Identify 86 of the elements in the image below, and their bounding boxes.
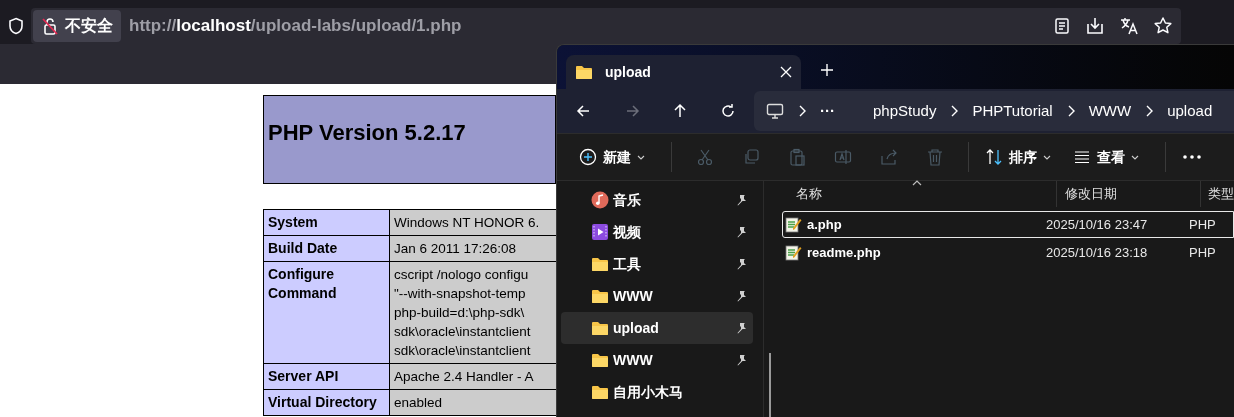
sort-caret-icon <box>912 180 922 186</box>
breadcrumb-item[interactable]: PHPTutorial <box>972 99 1053 123</box>
breadcrumb-item[interactable]: WWW <box>1088 99 1132 123</box>
chevron-icon <box>1145 105 1154 117</box>
breadcrumb-item[interactable]: upload <box>1167 99 1213 123</box>
explorer-tab[interactable]: upload <box>566 55 801 89</box>
breadcrumb-item[interactable]: phpStudy <box>873 99 937 123</box>
sort-arrows-icon <box>985 148 1003 166</box>
translate-icon[interactable] <box>1119 16 1139 36</box>
refresh-icon[interactable] <box>719 102 737 120</box>
sidebar-item[interactable]: 工具 <box>561 248 754 280</box>
php-file-icon <box>785 244 802 261</box>
star-icon[interactable] <box>1153 16 1173 36</box>
chevron-icon <box>950 105 959 117</box>
file-type: PHP <box>1188 215 1216 234</box>
new-tab-icon[interactable] <box>820 63 834 77</box>
download-icon[interactable] <box>1085 16 1105 36</box>
path-overflow[interactable]: ··· <box>820 99 835 123</box>
row-label: Virtual Directory <box>263 389 390 416</box>
pin-icon[interactable] <box>735 290 748 302</box>
file-name: readme.php <box>807 243 881 262</box>
clipboard-icon <box>788 148 806 166</box>
music-note-icon <box>591 191 609 209</box>
folder-icon <box>591 320 609 336</box>
row-label: Build Date <box>263 235 390 262</box>
column-header[interactable]: 修改日期 <box>1065 184 1117 204</box>
lines-icon <box>1073 148 1091 166</box>
pin-icon[interactable] <box>735 194 748 206</box>
reader-view-icon[interactable] <box>1053 17 1071 35</box>
close-icon[interactable] <box>780 66 792 78</box>
chevron-icon <box>798 105 806 117</box>
sidebar-item[interactable]: WWW <box>561 280 754 312</box>
file-type: PHP <box>1188 243 1216 262</box>
pin-icon[interactable] <box>735 226 748 238</box>
php-file-icon <box>785 216 802 233</box>
column-header[interactable]: 名称 <box>796 184 822 204</box>
sidebar-item[interactable]: upload <box>561 312 754 344</box>
row-value: cscript /nologo configu "--with-snapshot-temp php-build=d:\php-sdk\ sdk\oracle\instantclient sdk\oracle\instantclient <box>389 261 557 364</box>
pin-icon[interactable] <box>735 258 748 270</box>
row-value: enabled <box>389 389 557 416</box>
sidebar-item[interactable]: 音乐 <box>561 184 754 216</box>
lock-crossed-icon <box>41 17 59 35</box>
sidebar-item[interactable]: 自用小木马 <box>561 376 754 408</box>
folder-icon <box>591 352 609 368</box>
row-value: Apache 2.4 Handler - A <box>389 363 557 390</box>
address-bar[interactable]: ··· phpStudy PHPTutorial WWW upload <box>754 91 1234 131</box>
column-header[interactable]: 类型 <box>1208 184 1234 204</box>
new-button[interactable]: 新建 <box>573 141 651 173</box>
video-icon <box>591 223 609 241</box>
view-button[interactable]: 查看 <box>1067 141 1145 173</box>
folder-icon <box>575 64 593 80</box>
pin-icon[interactable] <box>735 322 748 334</box>
chevron-icon <box>1066 105 1075 117</box>
file-row[interactable]: a.php 2025/10/16 23:47 PHP <box>782 211 1234 238</box>
url-text[interactable]: http://localhost/upload-labs/upload/1.php <box>129 13 462 39</box>
copy-icon <box>742 148 760 166</box>
computer-icon <box>766 102 784 120</box>
row-label: Server API <box>263 363 390 390</box>
pin-icon[interactable] <box>735 354 748 366</box>
row-value: Windows NT HONOR 6. <box>389 209 557 236</box>
php-version-title: PHP Version 5.2.17 <box>268 119 467 147</box>
modified-date: 2025/10/16 23:18 <box>1045 243 1149 262</box>
caret-icon <box>1131 154 1139 160</box>
sort-button[interactable]: 排序 <box>979 141 1057 173</box>
row-label: Configure Command <box>263 261 390 364</box>
shield-icon[interactable] <box>7 17 25 35</box>
scissors-icon <box>696 148 714 166</box>
folder-icon <box>591 256 609 272</box>
sidebar-item[interactable]: WWW <box>561 344 754 376</box>
file-name: a.php <box>807 215 842 234</box>
modified-date: 2025/10/16 23:47 <box>1045 215 1149 234</box>
row-value: Jan 6 2011 17:26:08 <box>389 235 557 262</box>
folder-icon <box>591 288 609 304</box>
row-label: System <box>263 209 390 236</box>
rename-icon <box>834 148 852 166</box>
more-icon[interactable] <box>1182 154 1202 160</box>
file-row[interactable]: readme.php 2025/10/16 23:18 PHP <box>782 239 1234 266</box>
scrollbar[interactable] <box>769 353 771 417</box>
folder-icon <box>591 384 609 400</box>
sidebar-item[interactable]: 视频 <box>561 216 754 248</box>
add-circle-icon <box>579 148 597 166</box>
caret-icon <box>637 154 645 160</box>
caret-icon <box>1043 154 1051 160</box>
share-icon <box>880 148 898 166</box>
trash-icon <box>926 148 944 166</box>
security-indicator[interactable]: 不安全 <box>33 10 121 42</box>
